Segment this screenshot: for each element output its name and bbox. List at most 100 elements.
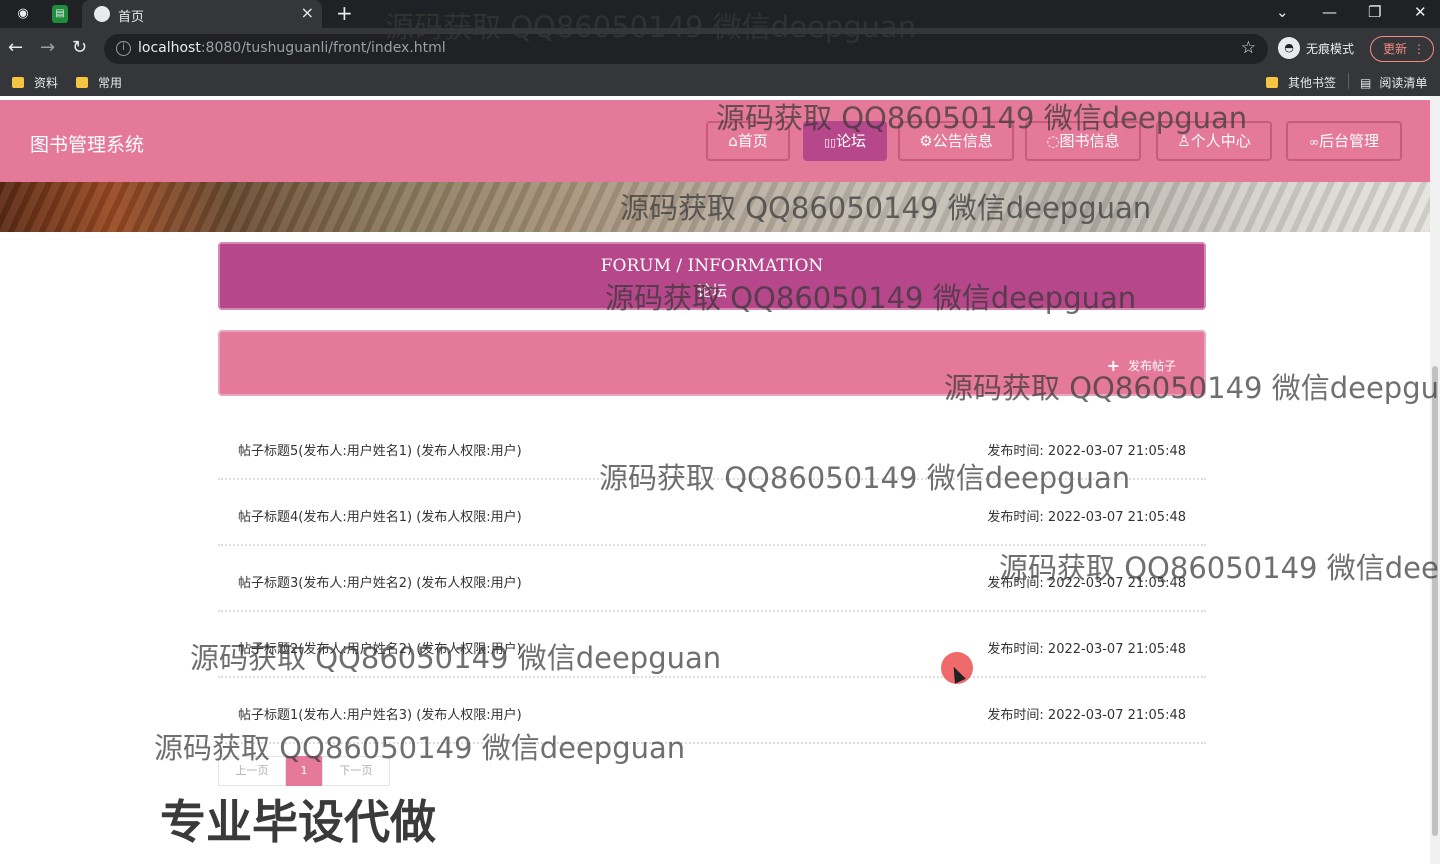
nav-admin[interactable]: ∞后台管理 bbox=[1286, 121, 1402, 161]
kebab-menu-icon[interactable]: ⋮ bbox=[1413, 37, 1425, 61]
tab-home[interactable]: 首页 × bbox=[82, 0, 322, 28]
reading-list[interactable]: ▤ 阅读清单 bbox=[1360, 74, 1427, 91]
nav-books[interactable]: ◌图书信息 bbox=[1025, 121, 1141, 161]
bookmark-label: 常用 bbox=[98, 76, 123, 90]
post-time: 发布时间: 2022-03-07 21:05:48 bbox=[987, 506, 1186, 525]
post-title[interactable]: 帖子标题1(发布人:用户姓名3) (发布人权限:用户) bbox=[238, 704, 522, 723]
time-label: 发布时间: bbox=[987, 444, 1044, 459]
time-value: 2022-03-07 21:05:48 bbox=[1047, 510, 1186, 525]
url-text[interactable]: localhost:8080/tushuguanli/front/index.h… bbox=[138, 40, 446, 56]
site-title: 图书管理系统 bbox=[30, 134, 145, 156]
post-toolbar: + 发布帖子 bbox=[218, 330, 1206, 396]
incognito-label: 无痕模式 bbox=[1306, 42, 1355, 56]
nav-label: 公告信息 bbox=[932, 132, 993, 150]
bookmark-folder[interactable]: 资料 bbox=[12, 74, 58, 91]
time-value: 2022-03-07 21:05:48 bbox=[1047, 708, 1186, 723]
nav-label: 个人中心 bbox=[1190, 132, 1251, 150]
folder-icon bbox=[76, 77, 88, 88]
url-path: :8080/tushuguanli/front/index.html bbox=[200, 40, 446, 56]
new-post-button[interactable]: + 发布帖子 bbox=[1107, 356, 1176, 375]
page-viewport: 图书管理系统 ⌂首页 ▯▯论坛 ⚙公告信息 ◌图书信息 ♙个人中心 ∞后台管理 … bbox=[0, 96, 1430, 864]
info-icon[interactable]: i bbox=[116, 41, 131, 56]
list-item[interactable]: 帖子标题2(发布人:用户姓名2) (发布人权限:用户) 发布时间: 2022-0… bbox=[218, 612, 1206, 678]
list-item[interactable]: 帖子标题4(发布人:用户姓名1) (发布人权限:用户) 发布时间: 2022-0… bbox=[218, 480, 1206, 546]
page-number-button[interactable]: 1 bbox=[286, 756, 322, 786]
other-bookmarks[interactable]: 其他书签 bbox=[1266, 74, 1336, 91]
reload-icon[interactable]: ↻ bbox=[72, 37, 87, 59]
update-label: 更新 bbox=[1383, 42, 1408, 56]
window-close-icon[interactable]: ✕ bbox=[1414, 2, 1427, 22]
url-host: localhost bbox=[138, 40, 201, 56]
time-label: 发布时间: bbox=[987, 642, 1044, 657]
post-time: 发布时间: 2022-03-07 21:05:48 bbox=[987, 638, 1186, 657]
bookmark-label: 资料 bbox=[34, 76, 59, 90]
book-icon: ◌ bbox=[1046, 132, 1060, 150]
time-label: 发布时间: bbox=[987, 510, 1044, 525]
minimize-icon[interactable]: — bbox=[1322, 2, 1337, 22]
nav-forum[interactable]: ▯▯论坛 bbox=[803, 121, 887, 161]
nav-notices[interactable]: ⚙公告信息 bbox=[898, 121, 1014, 161]
forum-heading-cn: 论坛 bbox=[696, 282, 727, 300]
post-list: 帖子标题5(发布人:用户姓名1) (发布人权限:用户) 发布时间: 2022-0… bbox=[218, 414, 1206, 744]
update-button[interactable]: 更新 ⋮ bbox=[1370, 36, 1434, 62]
nav-home[interactable]: ⌂首页 bbox=[706, 121, 790, 161]
incognito-icon[interactable]: ◓ bbox=[1278, 37, 1300, 59]
page-scrollbar[interactable] bbox=[1430, 96, 1440, 864]
time-label: 发布时间: bbox=[987, 576, 1044, 591]
address-bar[interactable]: i localhost:8080/tushuguanli/front/index… bbox=[104, 34, 1268, 64]
new-tab-icon[interactable]: + bbox=[336, 2, 353, 24]
browser-menu-icon[interactable]: ◉ bbox=[14, 5, 32, 23]
other-bookmarks-label: 其他书签 bbox=[1288, 76, 1337, 90]
post-time: 发布时间: 2022-03-07 21:05:48 bbox=[987, 704, 1186, 723]
close-icon[interactable]: × bbox=[301, 4, 314, 22]
post-time: 发布时间: 2022-03-07 21:05:48 bbox=[987, 440, 1186, 459]
nav-label: 图书信息 bbox=[1059, 132, 1120, 150]
new-post-label: 发布帖子 bbox=[1127, 359, 1176, 373]
post-time: 发布时间: 2022-03-07 21:05:48 bbox=[987, 572, 1186, 591]
folder-icon bbox=[12, 77, 24, 88]
notice-icon: ⚙ bbox=[919, 132, 933, 150]
time-value: 2022-03-07 21:05:48 bbox=[1047, 642, 1186, 657]
post-title[interactable]: 帖子标题2(发布人:用户姓名2) (发布人权限:用户) bbox=[238, 638, 522, 657]
time-label: 发布时间: bbox=[987, 708, 1044, 723]
bookmark-star-icon[interactable]: ☆ bbox=[1241, 38, 1256, 58]
bookmark-divider bbox=[1348, 73, 1349, 89]
time-value: 2022-03-07 21:05:48 bbox=[1047, 576, 1186, 591]
sheets-app-icon[interactable]: ▤ bbox=[52, 5, 68, 23]
user-icon: ♙ bbox=[1177, 132, 1191, 150]
forward-icon[interactable]: → bbox=[40, 37, 55, 59]
forum-heading-en: FORUM / INFORMATION bbox=[600, 256, 824, 276]
back-icon[interactable]: ← bbox=[8, 37, 23, 59]
scrollbar-thumb[interactable] bbox=[1432, 366, 1438, 836]
bookmark-folder[interactable]: 常用 bbox=[76, 74, 122, 91]
list-item[interactable]: 帖子标题1(发布人:用户姓名3) (发布人权限:用户) 发布时间: 2022-0… bbox=[218, 678, 1206, 744]
list-item[interactable]: 帖子标题3(发布人:用户姓名2) (发布人权限:用户) 发布时间: 2022-0… bbox=[218, 546, 1206, 612]
plus-icon: + bbox=[1106, 356, 1120, 375]
restore-icon[interactable]: ❐ bbox=[1368, 2, 1381, 22]
site-header: 图书管理系统 ⌂首页 ▯▯论坛 ⚙公告信息 ◌图书信息 ♙个人中心 ∞后台管理 bbox=[0, 100, 1430, 182]
chevron-down-icon[interactable]: ⌄ bbox=[1276, 2, 1289, 22]
banner-image bbox=[0, 182, 1430, 232]
promo-watermark: 专业毕设代做 bbox=[160, 795, 436, 849]
list-item[interactable]: 帖子标题5(发布人:用户姓名1) (发布人权限:用户) 发布时间: 2022-0… bbox=[218, 414, 1206, 480]
reading-list-label: 阅读清单 bbox=[1379, 76, 1428, 90]
nav-label: 首页 bbox=[737, 132, 768, 150]
post-title[interactable]: 帖子标题3(发布人:用户姓名2) (发布人权限:用户) bbox=[238, 572, 522, 591]
globe-icon bbox=[94, 6, 110, 22]
nav-profile[interactable]: ♙个人中心 bbox=[1156, 121, 1272, 161]
bookmarks-bar: 资料 常用 其他书签 ▤ 阅读清单 bbox=[0, 68, 1440, 96]
next-page-button[interactable]: 下一页 bbox=[322, 756, 390, 786]
nav-label: 后台管理 bbox=[1318, 132, 1379, 150]
post-title[interactable]: 帖子标题4(发布人:用户姓名1) (发布人权限:用户) bbox=[238, 506, 522, 525]
forum-heading: FORUM / INFORMATION 论坛 bbox=[218, 242, 1206, 310]
time-value: 2022-03-07 21:05:48 bbox=[1047, 444, 1186, 459]
tab-title: 首页 bbox=[118, 10, 145, 25]
prev-page-button[interactable]: 上一页 bbox=[218, 756, 286, 786]
home-icon: ⌂ bbox=[728, 132, 738, 150]
post-title[interactable]: 帖子标题5(发布人:用户姓名1) (发布人权限:用户) bbox=[238, 440, 522, 459]
browser-tab-bar: ◉ ▤ 首页 × + ⌄ — ❐ ✕ bbox=[0, 0, 1440, 28]
link-icon: ∞ bbox=[1308, 135, 1319, 149]
folder-icon bbox=[1266, 77, 1278, 88]
nav-label: 论坛 bbox=[836, 132, 867, 150]
forum-icon: ▯▯ bbox=[823, 136, 837, 149]
